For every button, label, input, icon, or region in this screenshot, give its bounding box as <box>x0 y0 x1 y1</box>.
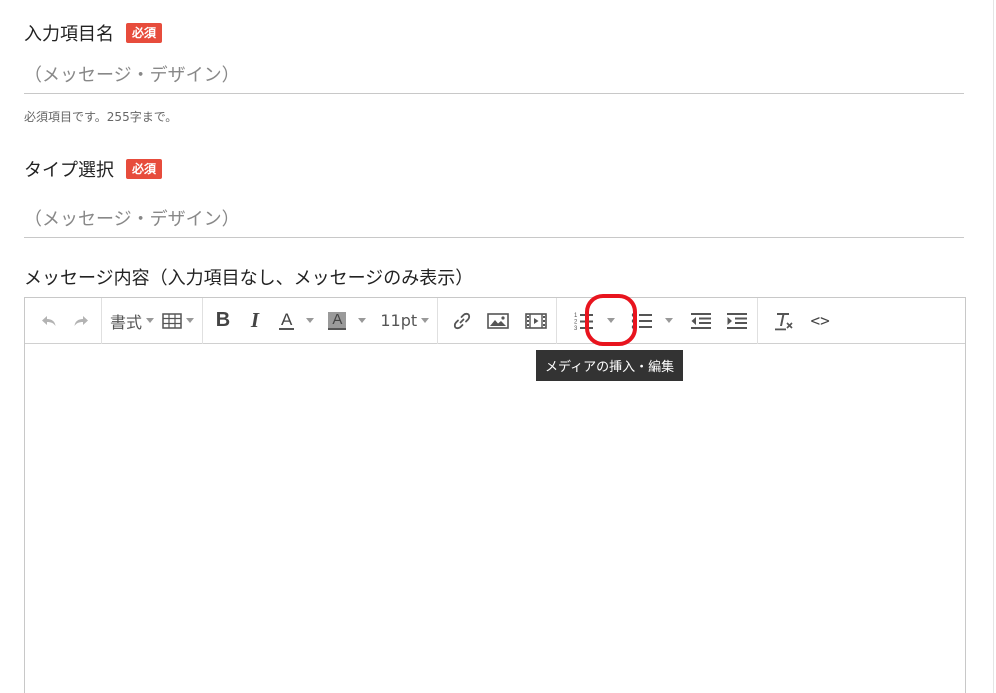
field-label-text: メッセージ内容（入力項目なし、メッセージのみ表示） <box>24 268 474 289</box>
field-label-text: タイプ選択 <box>24 160 114 181</box>
chevron-down-icon <box>421 318 430 323</box>
font-size-label: 11pt <box>380 311 418 330</box>
field-label-type-select: タイプ選択 必須 <box>24 156 163 182</box>
font-size-dropdown[interactable]: 11pt <box>370 305 433 337</box>
table-dropdown[interactable] <box>158 305 198 337</box>
format-dropdown[interactable]: 書式 <box>106 305 158 337</box>
link-icon <box>454 312 471 329</box>
field-label-message-content: メッセージ内容（入力項目なし、メッセージのみ表示） <box>24 264 473 290</box>
toolbar-group-history <box>29 297 102 344</box>
table-icon <box>162 312 182 329</box>
outdent-button[interactable] <box>685 305 717 337</box>
rich-text-editor: 書式 B I A A 11pt 1 2 3 <> <box>24 297 966 693</box>
indent-icon <box>727 312 748 329</box>
chevron-down-icon <box>186 318 195 323</box>
required-badge: 必須 <box>126 23 163 43</box>
text-color-icon: A <box>279 309 295 330</box>
type-select-input[interactable] <box>24 198 964 238</box>
chevron-down-icon <box>306 318 315 323</box>
numbered-list-icon: 1 2 3 <box>574 313 594 332</box>
source-code-button[interactable]: <> <box>804 305 836 337</box>
svg-text:1: 1 <box>574 313 578 319</box>
toolbar-group-format: 書式 <box>102 297 204 344</box>
indent-button[interactable] <box>721 305 753 337</box>
page-edge-divider <box>993 0 994 693</box>
italic-button[interactable]: I <box>239 305 271 337</box>
image-icon <box>487 312 509 329</box>
redo-button[interactable] <box>65 305 97 337</box>
field-label-item-name: 入力項目名 必須 <box>24 20 163 46</box>
insert-media-button[interactable] <box>520 305 552 337</box>
svg-text:2: 2 <box>574 319 578 325</box>
chevron-down-icon <box>607 318 616 323</box>
italic-icon: I <box>250 308 260 332</box>
toolbar-group-lists: 1 2 3 <box>557 297 759 344</box>
media-film-icon <box>525 312 547 329</box>
toolbar-group-misc: <> <box>758 298 840 344</box>
toolbar-group-text-style: B I A A 11pt <box>203 297 439 344</box>
undo-icon <box>42 315 56 326</box>
editor-content-area[interactable] <box>25 344 965 693</box>
toolbar-group-insert <box>438 297 558 344</box>
bullet-list-icon <box>631 312 653 329</box>
bullet-list-dropdown[interactable] <box>627 305 677 337</box>
background-color-dropdown[interactable]: A <box>318 305 370 337</box>
bold-button[interactable]: B <box>207 305 239 337</box>
background-color-icon: A <box>328 311 347 330</box>
chevron-down-icon <box>358 318 367 323</box>
chevron-down-icon <box>146 318 155 323</box>
code-icon: <> <box>810 311 830 330</box>
redo-icon <box>74 315 88 326</box>
chevron-down-icon <box>665 318 674 323</box>
item-name-input[interactable] <box>24 54 964 94</box>
bold-icon: B <box>215 309 231 331</box>
media-tooltip: メディアの挿入・編集 <box>536 350 684 381</box>
undo-button[interactable] <box>33 305 65 337</box>
clear-formatting-button[interactable] <box>768 305 800 337</box>
editor-toolbar: 書式 B I A A 11pt 1 2 3 <> <box>25 297 965 344</box>
field-label-text: 入力項目名 <box>24 24 114 45</box>
clear-formatting-icon <box>775 312 793 330</box>
link-button[interactable] <box>446 305 478 337</box>
numbered-list-dropdown[interactable]: 1 2 3 <box>569 305 619 337</box>
help-text: 必須項目です。255字まで。 <box>24 110 178 124</box>
format-label: 書式 <box>110 312 143 332</box>
text-color-dropdown[interactable]: A <box>271 305 318 337</box>
form-page: 入力項目名 必須 必須項目です。255字まで。 タイプ選択 必須 メッセージ内容… <box>0 0 996 693</box>
image-button[interactable] <box>482 305 514 337</box>
outdent-icon <box>691 312 712 329</box>
svg-text:3: 3 <box>574 326 578 332</box>
required-badge: 必須 <box>126 159 163 179</box>
